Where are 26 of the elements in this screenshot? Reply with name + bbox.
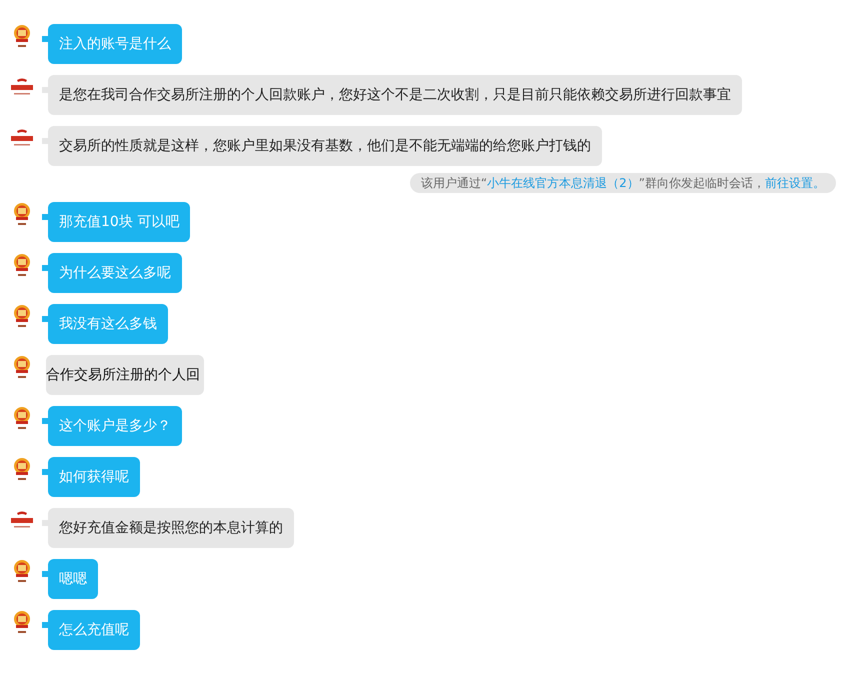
system-notice: 该用户通过“小牛在线官方本息清退（2）”群向你发起临时会话，前往设置。 (410, 173, 836, 193)
bubble-tail (42, 622, 48, 628)
message-bubble: 怎么充值呢 (48, 610, 140, 650)
message-bubble: 是您在我司合作交易所注册的个人回款账户，您好这个不是二次收割，只是目前只能依赖交易所进行回款事宜 (48, 75, 742, 115)
message-bubble: 您好充值金额是按照您的本息计算的 (48, 508, 294, 548)
bubble-tail (42, 469, 48, 475)
message-bubble: 那充值10块 可以吧 (48, 202, 190, 242)
message-bubble: 这个账户是多少？ (48, 406, 182, 446)
bubble-tail (42, 87, 48, 93)
bubble-tail (42, 520, 48, 526)
bubble-tail (42, 316, 48, 322)
message-bubble: 交易所的性质就是这样，您账户里如果没有基数，他们是不能无端端的给您账户打钱的 (48, 126, 602, 166)
message-bubble: 注入的账号是什么 (48, 24, 182, 64)
message-bubble: 嗯嗯 (48, 559, 98, 599)
message-bubble: 合作交易所注册的个人回 (46, 355, 204, 395)
message-bubble: 为什么要这么多呢 (48, 253, 182, 293)
message-bubble: 我没有这么多钱 (48, 304, 168, 344)
bubble-tail (42, 36, 48, 42)
bubble-tail (42, 571, 48, 577)
bubble-tail (42, 265, 48, 271)
notice-link[interactable]: 小牛在线官方本息清退（2） (487, 176, 639, 190)
message-bubble: 如何获得呢 (48, 457, 140, 497)
bubble-tail (42, 214, 48, 220)
bubble-tail (42, 418, 48, 424)
notice-link[interactable]: 前往设置。 (765, 176, 825, 190)
bubble-tail (42, 138, 48, 144)
